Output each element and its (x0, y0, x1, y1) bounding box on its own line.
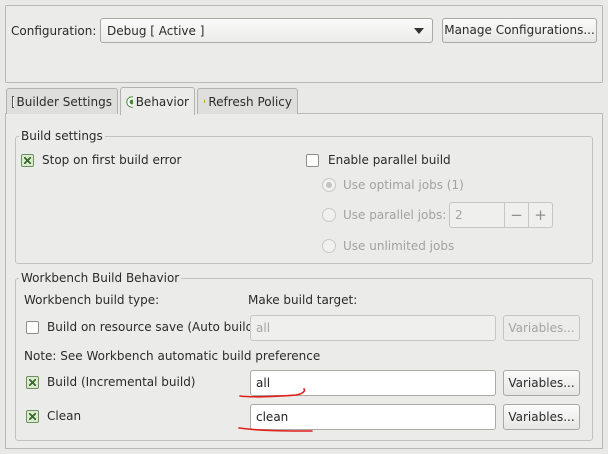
incremental-build-variables-button[interactable]: Variables... (503, 370, 580, 396)
tab-baseline (298, 113, 603, 114)
parallel-jobs-stepper[interactable]: 2 − + (449, 202, 553, 228)
configuration-label: Configuration: (11, 24, 97, 38)
parallel-jobs-value: 2 (455, 208, 463, 222)
unlimited-jobs-label: Use unlimited jobs (343, 239, 455, 253)
workbench-title: Workbench Build Behavior (19, 271, 182, 285)
parallel-build-label: Enable parallel build (328, 153, 451, 167)
configuration-select[interactable]: Debug [ Active ] (100, 18, 433, 43)
auto-build-variables-button[interactable]: Variables... (503, 315, 580, 341)
incremental-build-label: Build (Incremental build) (47, 375, 196, 389)
parallel-jobs-label: Use parallel jobs: (343, 208, 447, 222)
auto-build-target-field[interactable]: all (250, 315, 496, 341)
configuration-selected-value: Debug [ Active ] (107, 24, 205, 38)
clean-label: Clean (47, 409, 82, 423)
auto-build-label: Build on resource save (Auto build) (47, 320, 258, 334)
chevron-down-icon (414, 28, 424, 34)
tab-refresh-policy-label: Refresh Policy (208, 94, 292, 109)
parallel-jobs-radio[interactable] (322, 208, 336, 222)
unlimited-jobs-radio[interactable] (322, 239, 336, 253)
configuration-panel (5, 5, 603, 83)
stop-on-first-error-label: Stop on first build error (42, 153, 182, 167)
build-settings-title: Build settings (19, 129, 105, 143)
annotation-underline (238, 427, 313, 432)
plus-icon[interactable]: + (528, 203, 552, 227)
parallel-build-checkbox[interactable] (306, 154, 319, 167)
builder-settings-icon (12, 95, 14, 108)
workbench-note: Note: See Workbench automatic build pref… (24, 349, 321, 363)
manage-configurations-button[interactable]: Manage Configurations... (442, 18, 597, 43)
tab-builder-settings[interactable]: Builder Settings (6, 88, 118, 114)
make-target-header: Make build target: (248, 293, 358, 307)
workbench-type-header: Workbench build type: (24, 293, 160, 307)
tab-behavior-label: Behavior (135, 94, 189, 109)
clean-checkbox[interactable] (26, 410, 39, 423)
auto-build-checkbox[interactable] (26, 321, 39, 334)
clean-variables-button[interactable]: Variables... (503, 404, 580, 430)
stop-on-first-error-checkbox[interactable] (21, 154, 34, 167)
minus-icon[interactable]: − (504, 203, 528, 227)
tab-behavior[interactable]: Behavior (120, 87, 195, 115)
tab-refresh-policy[interactable]: Refresh Policy (197, 88, 298, 114)
tab-builder-settings-label: Builder Settings (16, 94, 112, 109)
behavior-radio-icon (126, 95, 133, 108)
annotation-underline (239, 388, 306, 398)
incremental-build-checkbox[interactable] (26, 376, 39, 389)
optimal-jobs-radio[interactable] (322, 178, 336, 192)
optimal-jobs-label: Use optimal jobs (1) (343, 178, 464, 192)
refresh-policy-icon (204, 98, 206, 106)
